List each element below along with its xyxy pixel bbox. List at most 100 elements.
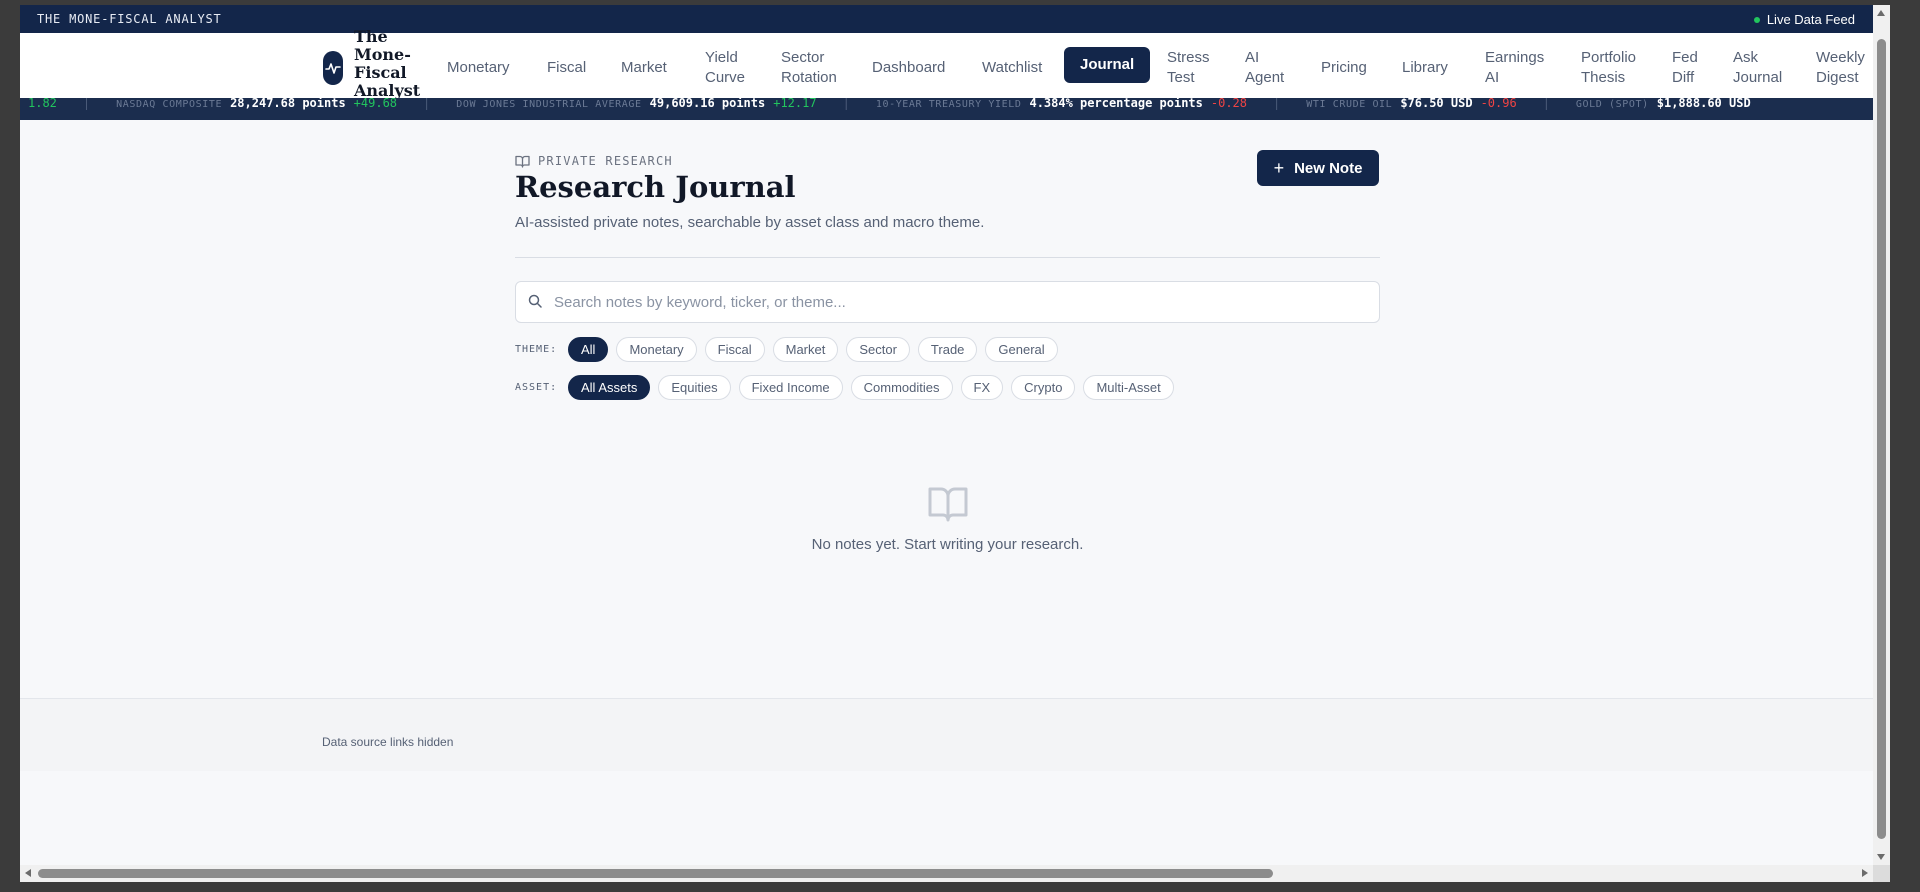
theme-filter-label: THEME: <box>515 344 558 355</box>
filter-chip[interactable]: FX <box>960 375 1004 400</box>
filter-chip[interactable]: All Assets <box>568 375 651 400</box>
filter-chip[interactable]: Multi-Asset <box>1083 375 1174 400</box>
ticker-value: 28,247.68 points <box>230 98 346 110</box>
nav-item[interactable]: Yield Curve <box>705 33 745 103</box>
nav-item[interactable]: Sector Rotation <box>781 33 837 103</box>
nav-item-label: Journal <box>1733 69 1783 86</box>
logo-line: Fiscal <box>354 63 407 82</box>
brand-line: THE MONE-FISCAL ANALYST <box>37 12 222 26</box>
nav-item-label: Ask <box>1733 49 1759 66</box>
search-icon <box>528 294 542 308</box>
ticker-label: WTI CRUDE OIL <box>1306 99 1393 110</box>
logo-line: The <box>354 27 388 46</box>
nav-item[interactable]: Library <box>1402 33 1448 103</box>
filter-chip[interactable]: Crypto <box>1011 375 1076 400</box>
ticker-label: DOW JONES INDUSTRIAL AVERAGE <box>456 99 642 110</box>
search-box <box>515 281 1380 323</box>
nav-item[interactable]: Fed Diff <box>1672 33 1698 103</box>
ticker-item: WTI CRUDE OIL $76.50 USD -0.96 <box>1284 98 1538 111</box>
ticker-separator: | <box>1273 98 1281 110</box>
live-data-indicator: Live Data Feed <box>1753 12 1855 27</box>
ticker-change: +49.68 <box>353 98 398 110</box>
vertical-scrollbar[interactable] <box>1873 5 1890 865</box>
filter-chip[interactable]: Sector <box>846 337 910 362</box>
nav-item-label: Fiscal <box>547 59 587 76</box>
pulse-icon[interactable] <box>323 51 343 85</box>
search-input[interactable] <box>552 290 1356 314</box>
nav-item[interactable]: Monetary <box>447 33 510 103</box>
nav-item-label: AI <box>1485 69 1500 86</box>
asset-filter-label: ASSET: <box>515 382 558 393</box>
nav-item-label: Library <box>1402 59 1448 76</box>
divider <box>515 257 1380 258</box>
nav-item[interactable]: Journal <box>1064 47 1151 83</box>
nav-item-label: Curve <box>705 69 746 86</box>
live-data-label: Live Data Feed <box>1766 12 1855 27</box>
ticker-item: 10-YEAR TREASURY YIELD 4.384% percentage … <box>854 98 1269 111</box>
footer-text: Data source links hidden <box>322 735 454 749</box>
page-title: Research Journal <box>515 170 796 204</box>
filter-chip[interactable]: All <box>568 337 609 362</box>
ticker-separator: | <box>1542 98 1550 110</box>
nav-item[interactable]: Earnings AI <box>1485 33 1544 103</box>
ticker-separator: | <box>423 98 431 110</box>
nav-item-label: Thesis <box>1581 69 1626 86</box>
nav-item[interactable]: Ask Journal <box>1733 33 1782 103</box>
nav-item[interactable]: Fiscal <box>547 33 586 103</box>
nav-item-label: Stress <box>1167 49 1210 66</box>
filter-chip[interactable]: Fiscal <box>704 337 765 362</box>
nav-item[interactable]: Watchlist <box>982 33 1042 103</box>
nav-item[interactable]: Portfolio Thesis <box>1581 33 1636 103</box>
nav-item[interactable]: Market <box>621 33 667 103</box>
filter-chip[interactable]: Equities <box>658 375 731 400</box>
vertical-scroll-thumb[interactable] <box>1877 39 1886 839</box>
asset-filter-row: ASSET: All Assets Equities Fixed Income Com… <box>515 375 1182 400</box>
scroll-left-icon[interactable] <box>25 869 31 877</box>
new-note-button[interactable]: + New Note <box>1257 150 1379 186</box>
filter-chip[interactable]: Commodities <box>850 375 953 400</box>
ticker-separator: | <box>842 98 850 110</box>
nav-item[interactable]: AI Agent <box>1245 33 1284 103</box>
filter-chip[interactable]: Market <box>772 337 839 362</box>
nav-item-label: Digest <box>1816 69 1859 86</box>
nav-item[interactable]: Dashboard <box>872 33 945 103</box>
top-bar: THE MONE-FISCAL ANALYST Live Data Feed <box>20 5 1873 33</box>
empty-message: No notes yet. Start writing your researc… <box>811 536 1084 553</box>
ticker-value: $76.50 USD <box>1400 98 1473 110</box>
nav-item-label: Agent <box>1245 69 1285 86</box>
nav-item-label: Earnings <box>1485 49 1545 66</box>
ticker-change: -0.28 <box>1210 98 1247 110</box>
nav-item-label: Market <box>621 59 667 76</box>
scroll-down-icon[interactable] <box>1877 854 1885 860</box>
book-open-icon <box>515 155 530 168</box>
plus-icon: + <box>1273 158 1285 178</box>
eyebrow-label: PRIVATE RESEARCH <box>538 154 673 168</box>
nav-item[interactable]: Stress Test <box>1167 33 1210 103</box>
nav-item-label: Test <box>1167 69 1195 86</box>
scroll-right-icon[interactable] <box>1862 869 1868 877</box>
nav-item[interactable]: Pricing <box>1321 33 1367 103</box>
nav-item-label: Sector <box>781 49 825 66</box>
nav-item-label: Monetary <box>447 59 510 76</box>
ticker-value: 4.384% percentage points <box>1029 98 1203 110</box>
filter-chip[interactable]: Fixed Income <box>738 375 843 400</box>
filter-chip[interactable]: General <box>985 337 1058 362</box>
nav-item[interactable]: Weekly Digest <box>1816 33 1865 103</box>
filter-chip[interactable]: Monetary <box>616 337 697 362</box>
filter-chip[interactable]: Trade <box>917 337 978 362</box>
horizontal-scrollbar[interactable] <box>20 865 1873 882</box>
nav-item-label: Journal <box>1080 56 1135 73</box>
ticker-item: DOW JONES INDUSTRIAL AVERAGE 49,609.16 po… <box>434 98 838 111</box>
horizontal-scroll-thumb[interactable] <box>38 869 1273 878</box>
empty-state: No notes yet. Start writing your researc… <box>515 486 1380 553</box>
logo-line: Mone- <box>354 45 411 64</box>
scroll-up-icon[interactable] <box>1877 10 1885 16</box>
main-nav: The Mone- Fiscal Analyst Monetary Fiscal M… <box>20 28 1873 103</box>
logo-text[interactable]: The Mone- Fiscal Analyst <box>354 28 434 100</box>
eyebrow: PRIVATE RESEARCH <box>515 154 673 168</box>
nav-item-label: Pricing <box>1321 59 1367 76</box>
live-dot-icon <box>1753 16 1760 23</box>
nav-item-label: Dashboard <box>872 59 946 76</box>
ticker-label: GOLD (SPOT) <box>1575 99 1649 110</box>
ticker-item: GOLD (SPOT) $1,888.60 USD <box>1554 98 1781 111</box>
